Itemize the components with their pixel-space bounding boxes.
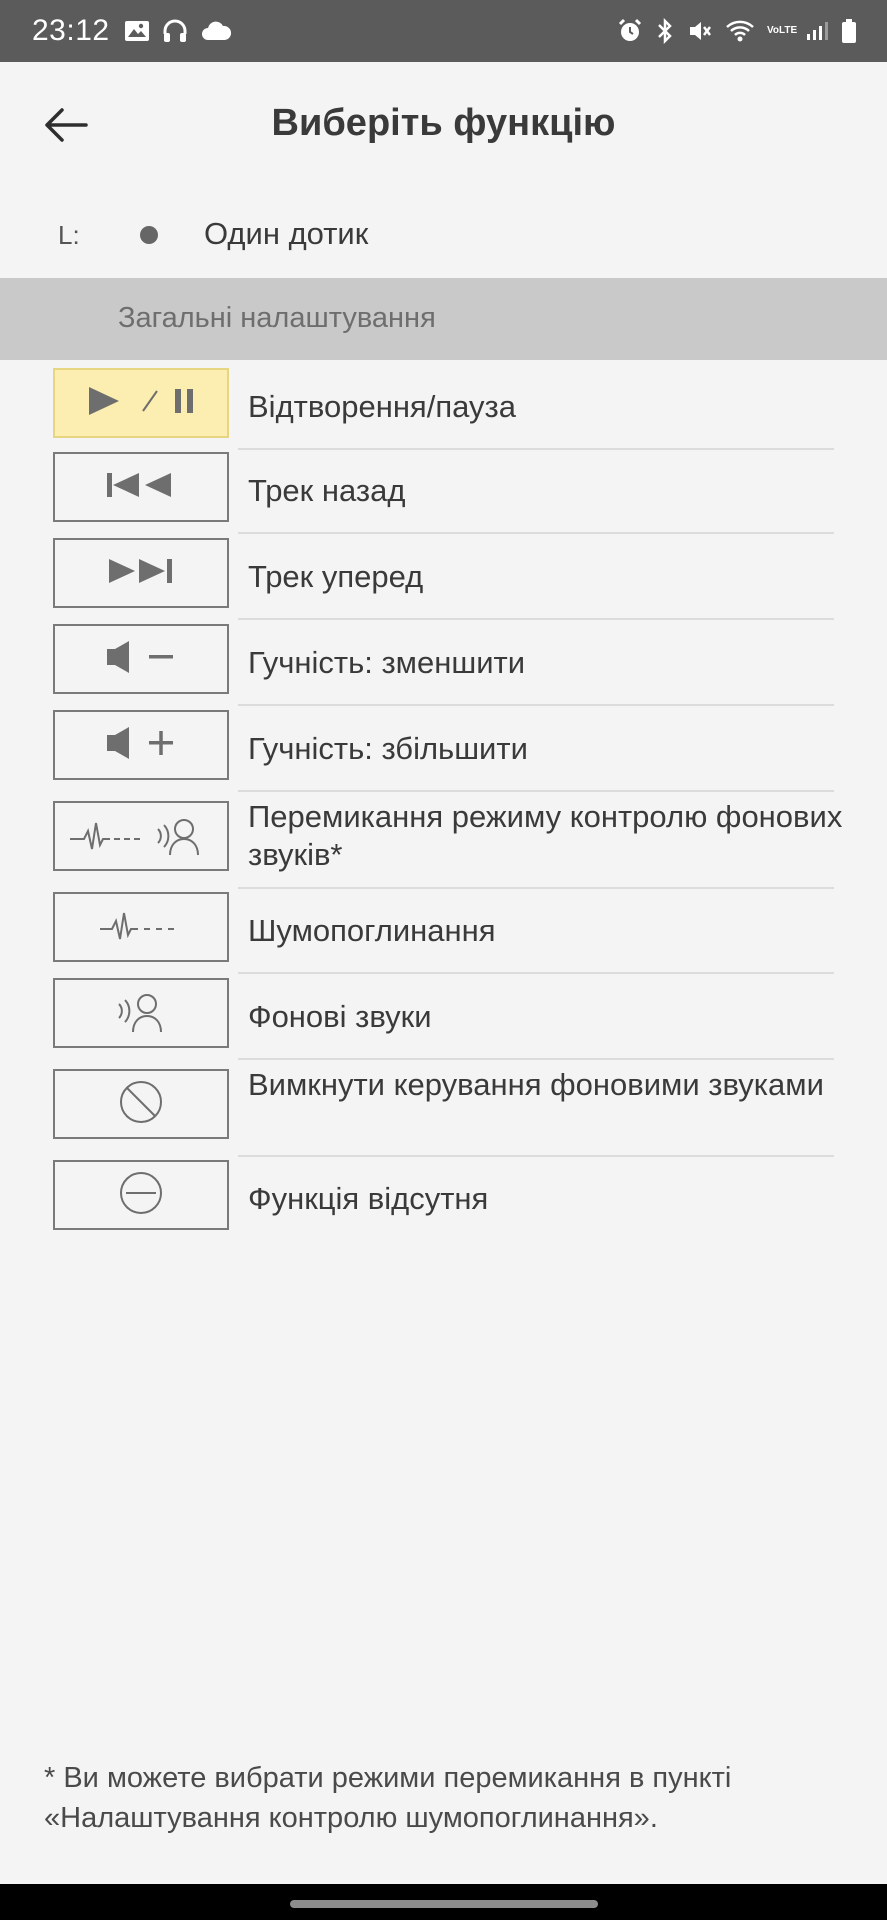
- option-icon-box: [53, 801, 229, 871]
- option-icon-box: [53, 368, 229, 438]
- option-label: Перемикання режиму контролю фонових звук…: [248, 799, 843, 872]
- volume-up-icon: [101, 723, 181, 768]
- option-previous-track[interactable]: Трек назад: [0, 448, 887, 534]
- option-ambient-sound[interactable]: Фонові звуки: [0, 974, 887, 1060]
- option-icon-box: [53, 892, 229, 962]
- status-right-icons: VoLTE: [617, 18, 857, 44]
- side-label: L:: [58, 220, 80, 250]
- status-bar: 23:12 VoLTE: [0, 0, 887, 62]
- option-label: Гучність: збільшити: [248, 731, 528, 766]
- previous-track-icon: [101, 467, 181, 508]
- status-left-icons: [124, 18, 232, 44]
- ambient-toggle-icon: [66, 809, 216, 864]
- option-noise-cancelling[interactable]: Шумопоглинання: [0, 888, 887, 974]
- option-label: Шумопоглинання: [248, 913, 496, 948]
- option-label: Трек назад: [248, 473, 406, 508]
- option-volume-down[interactable]: Гучність: зменшити: [0, 620, 887, 706]
- option-label: Фонові звуки: [248, 999, 432, 1034]
- app-bar: Виберіть функцію: [0, 62, 887, 192]
- page-title: Виберіть функцію: [271, 102, 616, 144]
- bluetooth-icon: [655, 18, 675, 44]
- gesture-label: Один дотик: [204, 216, 369, 251]
- option-icon-box: [53, 710, 229, 780]
- single-tap-dot-icon: [140, 226, 158, 244]
- section-title: Загальні налаштування: [118, 302, 436, 334]
- no-function-icon: [116, 1168, 166, 1223]
- option-play-pause[interactable]: Відтворення/пауза: [0, 366, 887, 450]
- image-icon: [124, 19, 150, 43]
- option-label: Відтворення/пауза: [248, 389, 516, 424]
- headphones-icon: [162, 18, 188, 44]
- play-pause-icon: [81, 381, 201, 426]
- ambient-sound-icon: [101, 986, 181, 1041]
- option-label: Вимкнути керування фоновими звуками: [248, 1067, 824, 1102]
- option-icon-box: [53, 452, 229, 522]
- section-header: Загальні налаштування: [0, 278, 887, 360]
- signal-icon: [805, 20, 829, 42]
- mute-icon: [687, 18, 713, 44]
- option-icon-box: [53, 1069, 229, 1139]
- ambient-off-icon: [116, 1077, 166, 1132]
- home-indicator[interactable]: [290, 1900, 598, 1908]
- option-label: Трек уперед: [248, 559, 424, 594]
- volte-icon: VoLTE: [767, 25, 798, 36]
- cloud-icon: [200, 20, 232, 42]
- battery-icon: [841, 18, 857, 44]
- alarm-icon: [617, 18, 643, 44]
- option-icon-box: [53, 624, 229, 694]
- option-volume-up[interactable]: Гучність: збільшити: [0, 706, 887, 792]
- option-label: Функція відсутня: [248, 1181, 489, 1216]
- next-track-icon: [101, 553, 181, 594]
- option-ambient-off[interactable]: Вимкнути керування фоновими звуками: [0, 1060, 887, 1157]
- option-icon-box: [53, 1160, 229, 1230]
- option-ambient-toggle[interactable]: Перемикання режиму контролю фонових звук…: [0, 792, 887, 889]
- volume-down-icon: [101, 637, 181, 682]
- status-time: 23:12: [32, 14, 110, 47]
- option-label: Гучність: зменшити: [248, 645, 526, 680]
- option-icon-box: [53, 538, 229, 608]
- footnote: * Ви можете вибрати режими перемикання в…: [44, 1762, 732, 1834]
- noise-cancelling-icon: [96, 903, 186, 952]
- navigation-bar: [0, 1884, 887, 1920]
- wifi-icon: [725, 19, 755, 43]
- option-icon-box: [53, 978, 229, 1048]
- option-next-track[interactable]: Трек уперед: [0, 534, 887, 620]
- touch-gesture-row: L: Один дотик: [0, 200, 887, 270]
- option-no-function[interactable]: Функція відсутня: [0, 1156, 887, 1242]
